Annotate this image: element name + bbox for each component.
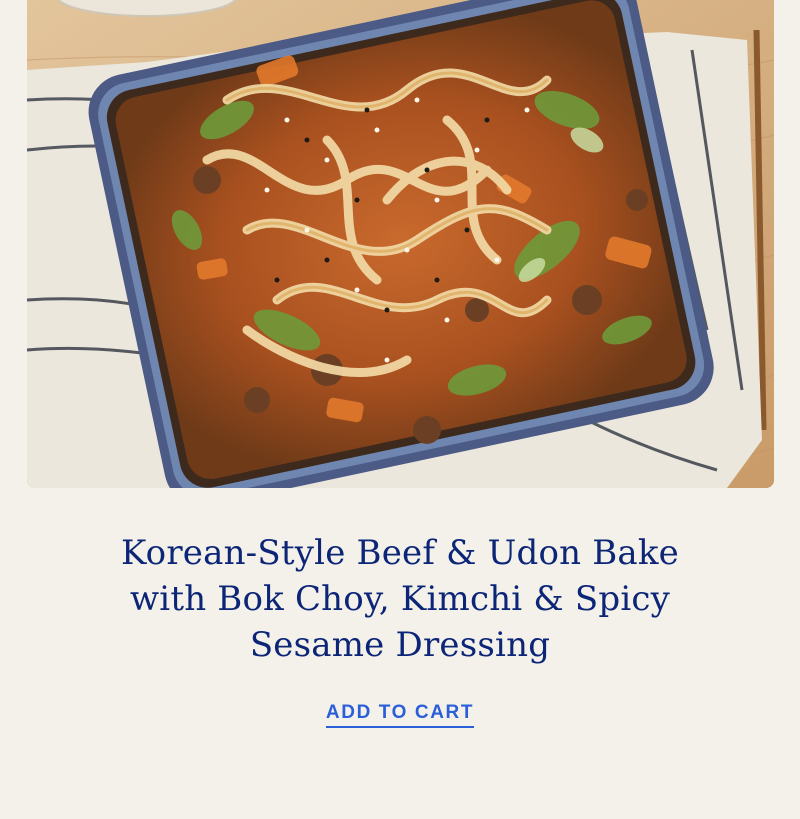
product-image[interactable]	[27, 0, 774, 488]
product-card: Korean-Style Beef & Udon Bake with Bok C…	[0, 0, 800, 819]
product-title: Korean-Style Beef & Udon Bake with Bok C…	[120, 533, 680, 665]
add-to-cart-link[interactable]: ADD TO CART	[325, 702, 475, 728]
cta-container: ADD TO CART	[0, 702, 800, 728]
